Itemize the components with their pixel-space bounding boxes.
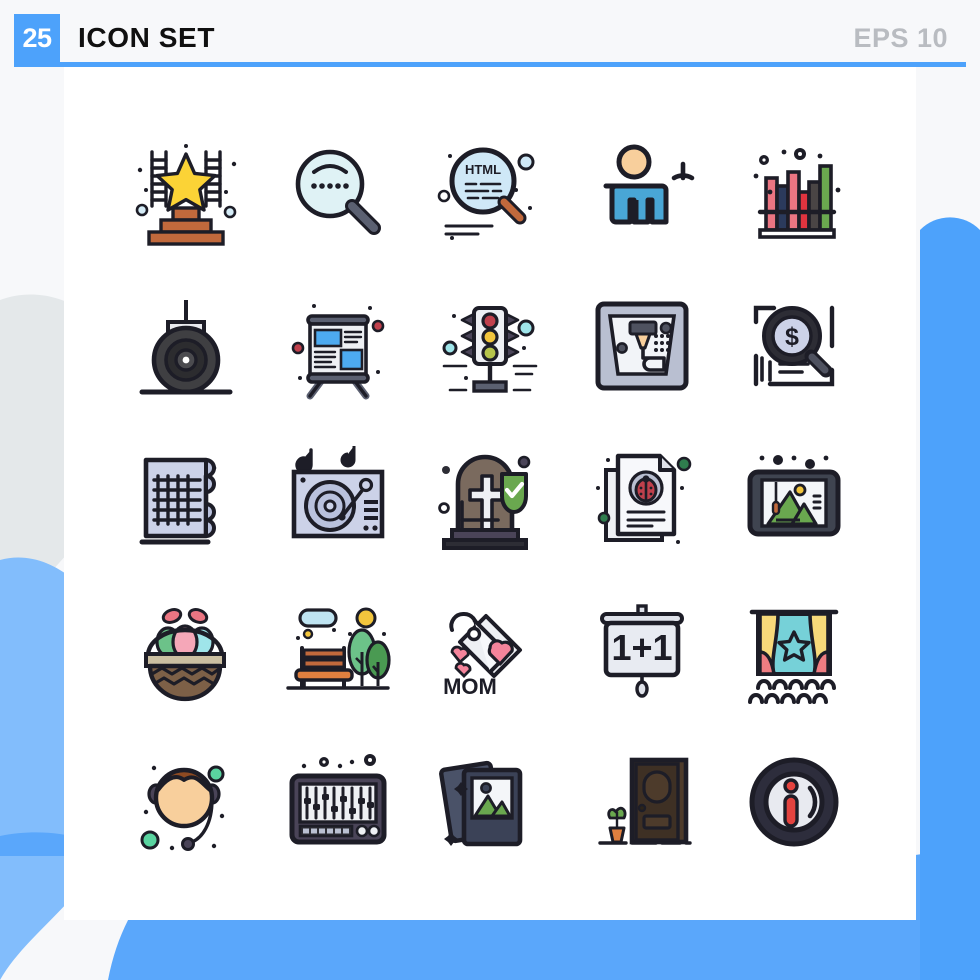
- html-code-search-icon: HTML: [437, 147, 535, 240]
- icon-cell-7[interactable]: [262, 270, 414, 422]
- icon-cell-24[interactable]: [566, 726, 718, 878]
- support-agent-icon: [140, 765, 225, 851]
- blueprint-icon: [139, 457, 217, 545]
- offer-label: 1+1: [611, 627, 672, 668]
- framed-picture-icon: [747, 455, 841, 537]
- icon-cell-10[interactable]: $: [718, 270, 870, 422]
- search-dots-icon: [295, 149, 381, 235]
- html-label: HTML: [465, 162, 501, 177]
- icon-cell-12[interactable]: [262, 422, 414, 574]
- one-plus-one-board-icon: 1+1: [600, 604, 684, 698]
- traffic-light-icon: [442, 306, 538, 393]
- bug-report-icon: [596, 453, 692, 544]
- icon-cell-21[interactable]: [110, 726, 262, 878]
- icon-count-badge: 25: [14, 14, 60, 62]
- icon-cell-20[interactable]: [718, 574, 870, 726]
- icon-cell-17[interactable]: [262, 574, 414, 726]
- page-title: ICON SET: [78, 22, 216, 53]
- icon-cell-25[interactable]: [718, 726, 870, 878]
- front-door-icon: [598, 757, 692, 845]
- park-bench-icon: [286, 607, 391, 690]
- icon-set-preview: 25 ICON SET EPS 10 HTML $ MOM 1+1: [0, 0, 980, 980]
- info-dot: [783, 778, 799, 794]
- icon-cell-3[interactable]: HTML: [414, 118, 566, 270]
- star-podium-icon: [135, 144, 237, 246]
- mom-label: MOM: [443, 674, 497, 699]
- cnc-machine-icon: [595, 301, 689, 391]
- wheel-roller-icon: [139, 300, 233, 395]
- photo-stack-icon: [439, 760, 523, 847]
- icon-cell-16[interactable]: [110, 574, 262, 726]
- icon-cell-13[interactable]: [414, 422, 566, 574]
- audio-mixer-icon: [289, 754, 387, 845]
- icon-cell-8[interactable]: [414, 270, 566, 422]
- header-divider: [14, 62, 966, 67]
- info-circle-icon: [749, 757, 839, 847]
- icon-cell-14[interactable]: [566, 422, 718, 574]
- tombstone-shield-icon: [438, 454, 531, 550]
- icon-cell-15[interactable]: [718, 422, 870, 574]
- icon-cell-4[interactable]: [566, 118, 718, 270]
- bookshelf-icon: [753, 148, 841, 239]
- icon-cell-22[interactable]: [262, 726, 414, 878]
- easter-basket-icon: [144, 608, 226, 702]
- presentation-board-icon: [291, 304, 385, 400]
- icon-cell-11[interactable]: [110, 422, 262, 574]
- icon-cell-18[interactable]: MOM: [414, 574, 566, 726]
- dollar-label: $: [785, 323, 799, 351]
- icon-cell-5[interactable]: [718, 118, 870, 270]
- person-gauge-icon: [603, 144, 695, 225]
- icon-grid: HTML $ MOM 1+1: [110, 118, 870, 878]
- icon-cell-19[interactable]: 1+1: [566, 574, 718, 726]
- icon-cell-2[interactable]: [262, 118, 414, 270]
- theater-stage-icon: [748, 609, 839, 704]
- eps-format-label: EPS 10: [853, 22, 948, 53]
- icon-cell-1[interactable]: [110, 118, 262, 270]
- mom-tag-icon: MOM: [443, 611, 522, 699]
- icon-cell-23[interactable]: [414, 726, 566, 878]
- turntable-icon: [291, 446, 385, 539]
- dollar-search-icon: $: [753, 305, 835, 387]
- icon-cell-9[interactable]: [566, 270, 718, 422]
- icon-cell-6[interactable]: [110, 270, 262, 422]
